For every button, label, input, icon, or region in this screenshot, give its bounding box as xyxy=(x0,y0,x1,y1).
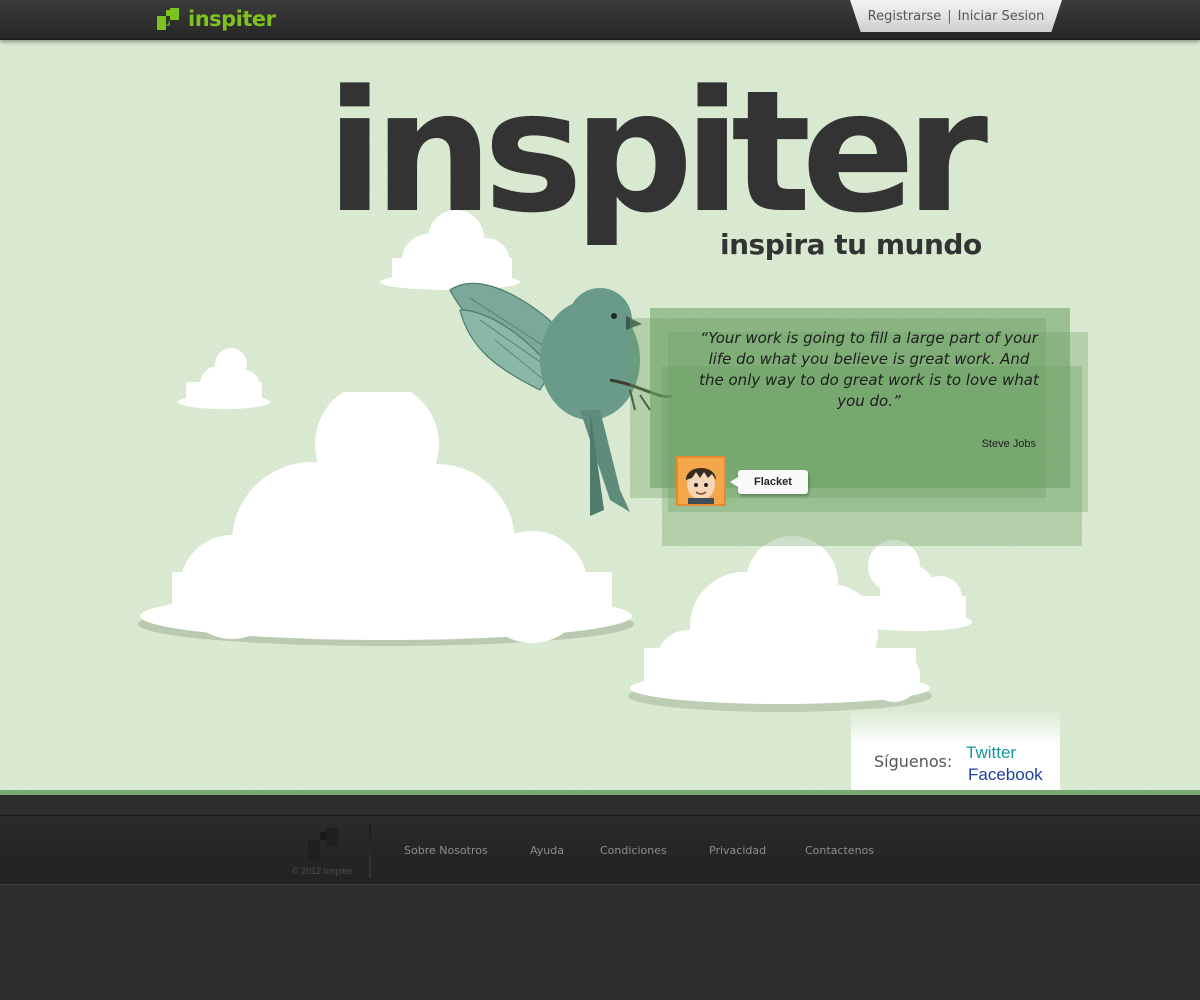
auth-tab: Registrarse | Iniciar Sesion xyxy=(850,0,1062,32)
cloud-right xyxy=(856,540,972,631)
follow-us-label: Síguenos: xyxy=(874,752,953,771)
facebook-link[interactable]: Facebook xyxy=(968,765,1043,785)
brand-name: inspiter xyxy=(188,7,276,31)
top-navigation-bar: inspiter Registrarse | Iniciar Sesion xyxy=(0,0,1200,40)
quote-author: Steve Jobs xyxy=(981,438,1036,450)
brand-logo[interactable]: inspiter xyxy=(156,5,276,33)
user-name-bubble[interactable]: Flacket xyxy=(730,470,808,494)
register-link[interactable]: Registrarse xyxy=(868,9,942,24)
inspiter-logo-large: inspiter xyxy=(326,54,988,250)
user-avatar[interactable] xyxy=(676,456,726,506)
tagline: inspira tu mundo xyxy=(720,228,982,261)
auth-separator: | xyxy=(947,8,952,24)
footer-link-help[interactable]: Ayuda xyxy=(530,844,564,857)
footer-logo-icon xyxy=(308,828,338,860)
quote-text: “Your work is going to fill a large part… xyxy=(699,329,1039,410)
twitter-link[interactable]: Twitter xyxy=(966,743,1016,763)
cloud-small-left xyxy=(178,348,270,409)
footer-link-contact[interactable]: Contactenos xyxy=(805,844,874,857)
inspiter-logo-icon xyxy=(157,8,179,30)
login-link[interactable]: Iniciar Sesion xyxy=(958,9,1045,24)
avatar-face-icon xyxy=(678,458,724,504)
footer-link-about[interactable]: Sobre Nosotros xyxy=(404,844,488,857)
footer-link-terms[interactable]: Condiciones xyxy=(600,844,667,857)
footer-divider xyxy=(369,824,371,878)
footer-copyright: © 2012 Inspiter xyxy=(292,866,354,876)
footer-link-privacy[interactable]: Privacidad xyxy=(709,844,766,857)
